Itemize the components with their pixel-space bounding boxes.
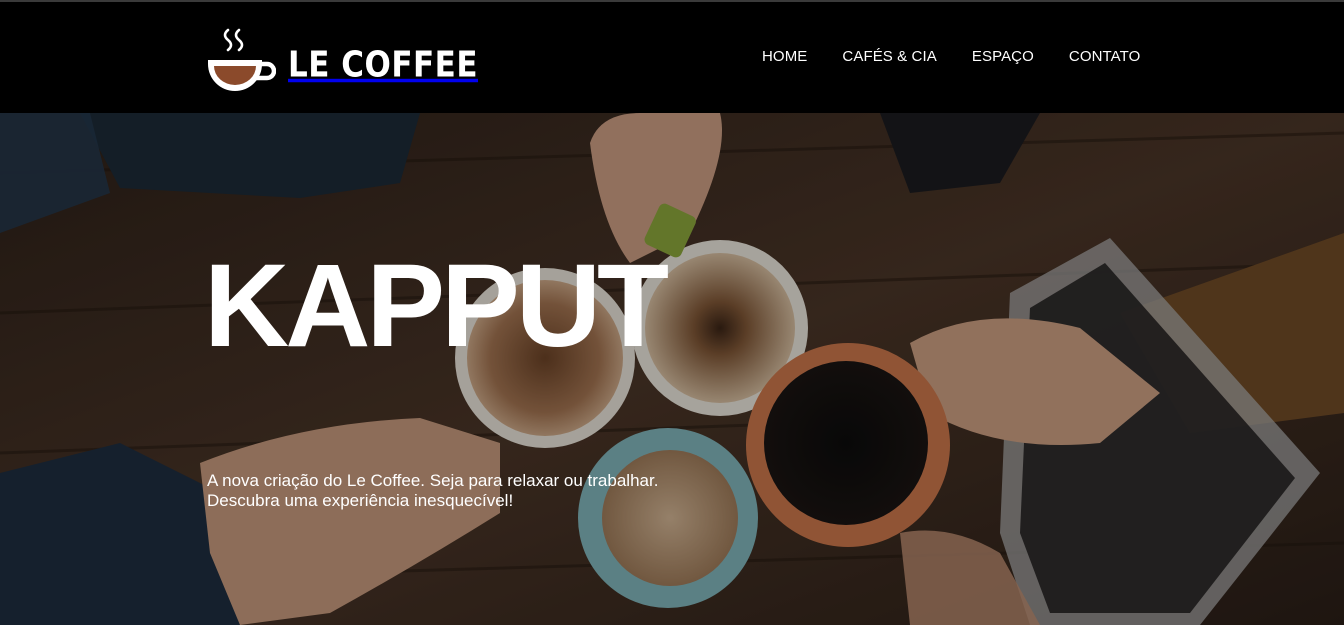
brand-name: LE COFFEE	[288, 44, 479, 86]
nav-link-cafes-cia[interactable]: CAFÉS & CIA	[842, 48, 936, 65]
nav-link-contato[interactable]: CONTATO	[1069, 48, 1141, 65]
hero-title: KAPPUT	[204, 240, 669, 372]
brand-logo[interactable]: LE COFFEE	[206, 26, 478, 92]
hero-subtitle: A nova criação do Le Coffee. Seja para r…	[207, 471, 767, 511]
hero-section: KAPPUT A nova criação do Le Coffee. Seja…	[0, 113, 1344, 625]
hero-background-image	[0, 113, 1344, 625]
hero-subtitle-line-2: Descubra uma experiência inesquecível!	[207, 491, 514, 510]
navbar: LE COFFEE HOME CAFÉS & CIA ESPAÇO CONTAT…	[0, 2, 1344, 113]
nav-link-home[interactable]: HOME	[762, 48, 807, 65]
hero-subtitle-line-1: A nova criação do Le Coffee. Seja para r…	[207, 471, 659, 490]
coffee-cup-icon	[208, 28, 276, 91]
main-nav: HOME CAFÉS & CIA ESPAÇO CONTATO	[762, 48, 1140, 65]
nav-link-espaco[interactable]: ESPAÇO	[972, 48, 1034, 65]
